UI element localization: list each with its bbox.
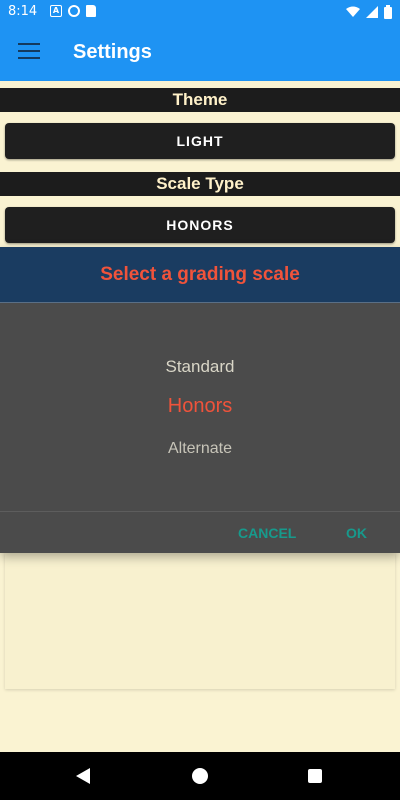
app-bar: Settings xyxy=(0,24,400,81)
picker-option-standard[interactable]: Standard xyxy=(0,357,400,377)
signal-icon xyxy=(366,6,378,18)
dialog-actions: CANCEL OK xyxy=(0,511,400,553)
back-icon[interactable] xyxy=(76,768,90,784)
hamburger-menu-icon[interactable] xyxy=(18,43,40,61)
scale-picker[interactable]: Standard Honors Alternate xyxy=(0,303,400,511)
status-bar: 8:14 A xyxy=(0,0,400,24)
recent-apps-icon[interactable] xyxy=(308,769,322,783)
a-notification-icon: A xyxy=(50,5,62,17)
notification-icons: A xyxy=(50,5,96,17)
system-icons xyxy=(346,5,392,19)
at-sync-icon xyxy=(68,5,80,17)
cancel-button[interactable]: CANCEL xyxy=(238,525,296,541)
sd-card-icon xyxy=(86,5,96,17)
scale-type-button[interactable]: HONORS xyxy=(5,207,395,243)
grading-scale-dialog: Select a grading scale Standard Honors A… xyxy=(0,247,400,553)
scale-type-header: Scale Type xyxy=(0,172,400,196)
status-time: 8:14 xyxy=(8,4,38,19)
theme-button[interactable]: LIGHT xyxy=(5,123,395,159)
picker-option-alternate[interactable]: Alternate xyxy=(0,440,400,458)
home-icon[interactable] xyxy=(192,768,208,784)
theme-header: Theme xyxy=(0,88,400,112)
battery-icon xyxy=(384,5,392,19)
page-title: Settings xyxy=(73,41,152,63)
ok-button[interactable]: OK xyxy=(346,525,367,541)
wifi-icon xyxy=(346,6,360,17)
content-card xyxy=(5,553,395,689)
navigation-bar xyxy=(0,752,400,800)
picker-option-honors[interactable]: Honors xyxy=(0,395,400,418)
dialog-title: Select a grading scale xyxy=(0,247,400,303)
